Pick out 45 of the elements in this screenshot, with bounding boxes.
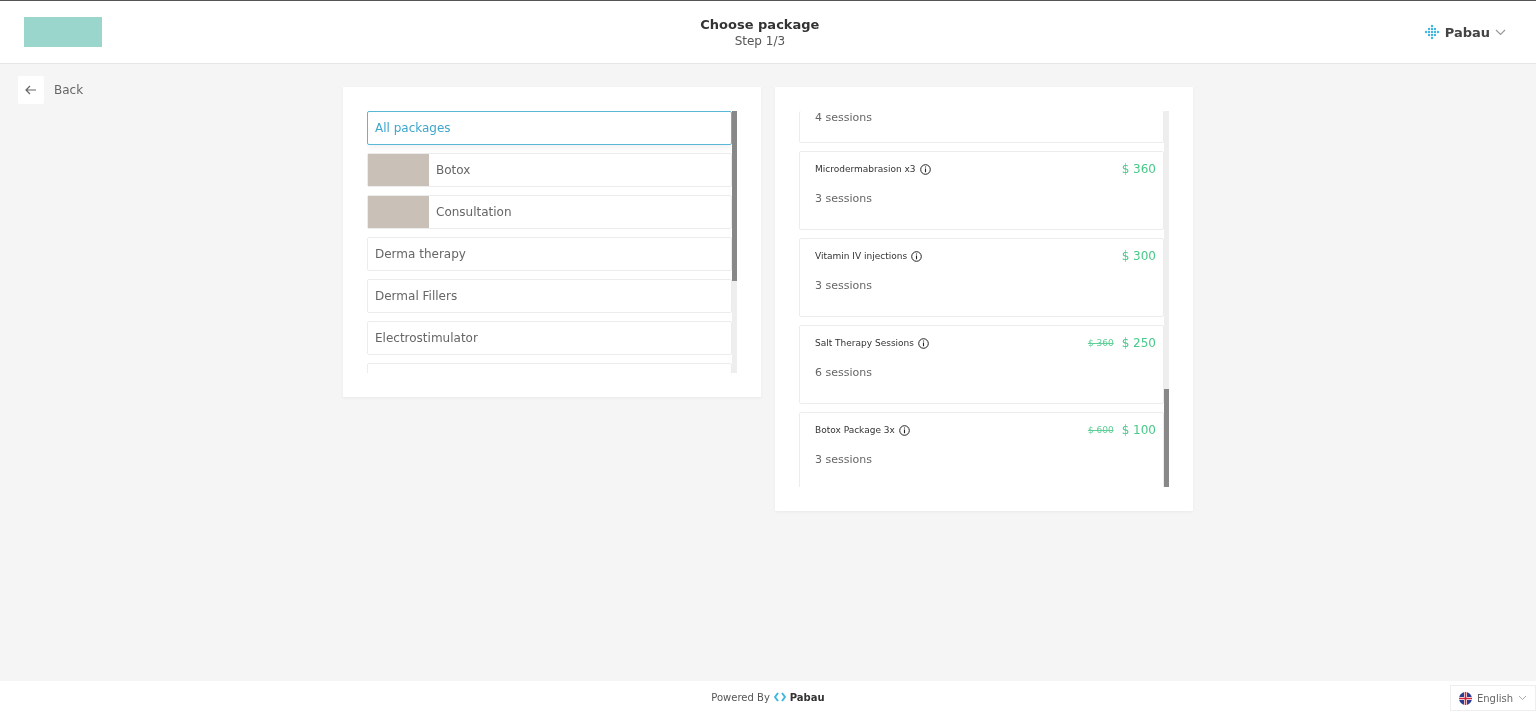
package-card[interactable]: Vitamin IV injections $ 300 3 sessions: [799, 238, 1164, 317]
session-count: 3 sessions: [815, 453, 873, 466]
powered-by-text: Powered By: [711, 691, 770, 703]
package-card[interactable]: Microdermabrasion x3 $ 360 3 sessions: [799, 151, 1164, 230]
package-card[interactable]: 4 sessions: [799, 111, 1164, 143]
category-item[interactable]: Consultation: [367, 195, 732, 229]
brand-logo-icon: [773, 692, 786, 702]
session-count: 4 sessions: [815, 111, 873, 124]
package-price: $ 100: [1121, 423, 1156, 437]
scrollbar-thumb[interactable]: [732, 111, 737, 281]
package-card[interactable]: Salt Therapy Sessions $ 360 $ 250 6 sessions: [799, 325, 1164, 404]
category-item[interactable]: Dermal Fillers: [367, 279, 732, 313]
info-icon[interactable]: [919, 163, 931, 175]
original-price: $ 360: [1087, 338, 1114, 348]
info-icon[interactable]: [918, 337, 929, 349]
photo-placeholder: [368, 196, 429, 228]
original-price: $ 600: [1087, 425, 1114, 435]
brand-logo-icon: [1423, 24, 1440, 40]
chevron-down-icon: [1518, 695, 1527, 701]
package-price: $ 360: [1121, 162, 1156, 176]
package-name: Microdermabrasion x3: [815, 164, 916, 174]
step-indicator: Step 1/3: [733, 33, 787, 48]
category-item[interactable]: Botox: [367, 153, 732, 187]
chevron-down-icon: [1495, 28, 1506, 36]
back-button[interactable]: Back: [18, 76, 84, 104]
package-price: $ 250: [1121, 336, 1156, 350]
scrollbar-thumb[interactable]: [1164, 389, 1169, 487]
session-count: 6 sessions: [815, 366, 873, 379]
brand-name: Pabau: [789, 691, 825, 703]
package-name: Botox Package 3x: [815, 425, 895, 435]
package-price: $ 300: [1121, 249, 1156, 263]
language-selector[interactable]: English: [1449, 685, 1536, 711]
package-name: Vitamin IV injections: [815, 251, 908, 261]
info-icon[interactable]: [898, 424, 910, 436]
account-menu[interactable]: Pabau: [1417, 24, 1512, 40]
flag-icon: [1458, 691, 1472, 705]
session-count: 3 sessions: [815, 192, 873, 205]
category-item[interactable]: Derma therapy: [367, 237, 732, 271]
photo-placeholder: [368, 154, 429, 186]
page-title: Choose package: [699, 16, 821, 32]
info-icon[interactable]: [911, 250, 923, 262]
session-count: 3 sessions: [815, 279, 873, 292]
category-item[interactable]: Electrostimulator: [367, 321, 732, 355]
package-name: Salt Therapy Sessions: [815, 338, 914, 348]
arrow-left-icon: [25, 85, 37, 95]
